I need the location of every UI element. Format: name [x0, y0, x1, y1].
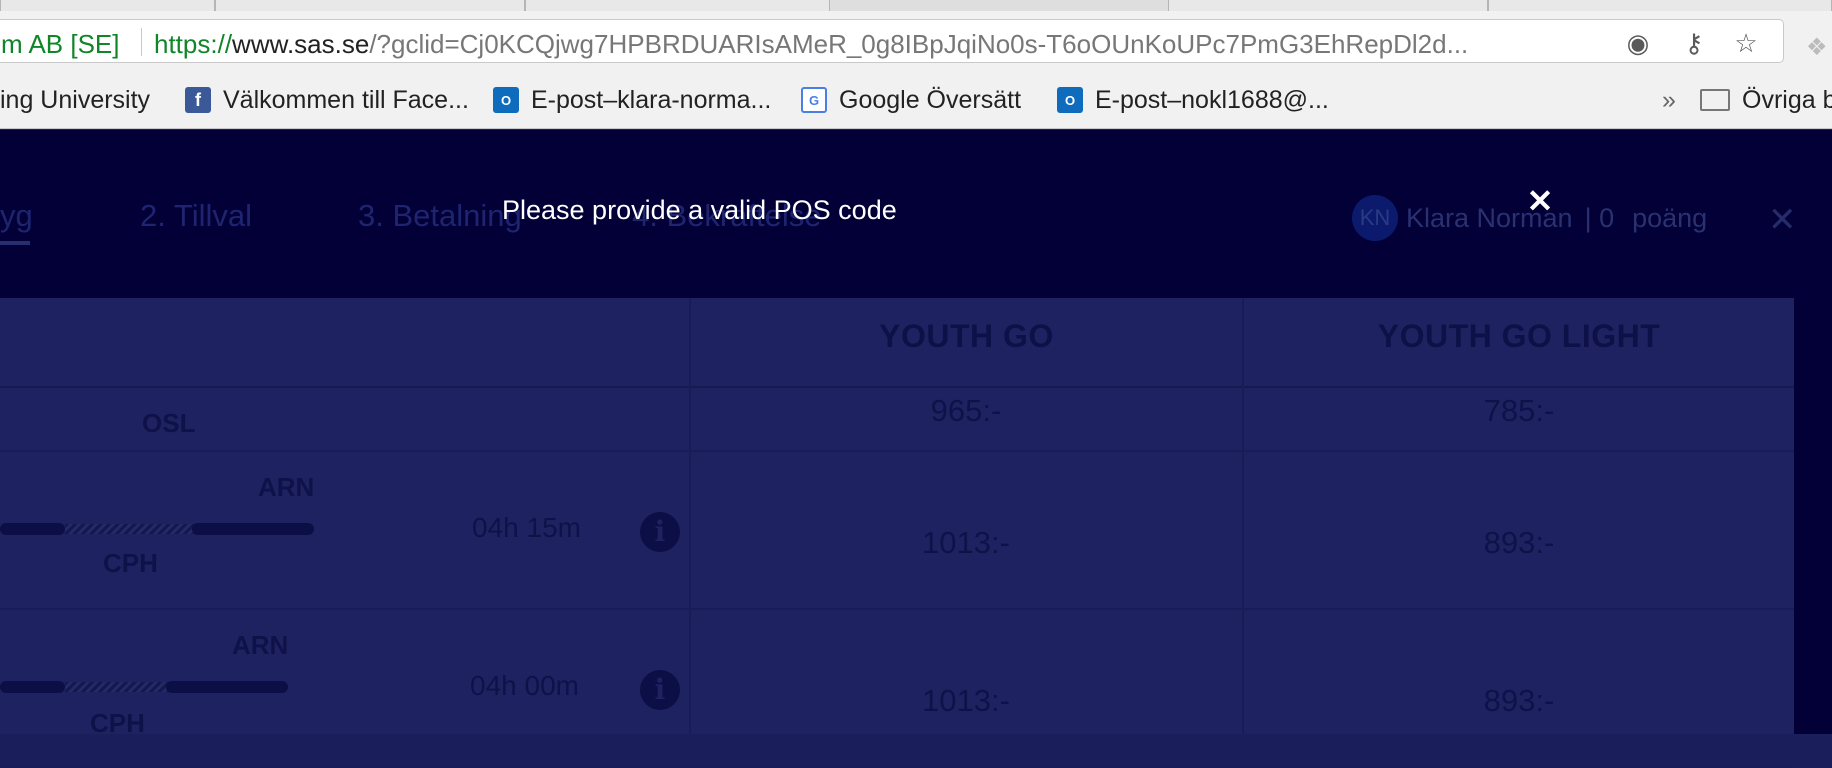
price-youth-go-light[interactable]: 785:-: [1244, 393, 1794, 429]
info-icon[interactable]: i: [640, 670, 680, 710]
divider: [141, 28, 142, 56]
booking-header: yg 2. Tillval 3. Betalning 4. Bekräftels…: [0, 130, 1832, 298]
bookmark-item[interactable]: ing University: [0, 85, 150, 115]
points-value: | 0: [1584, 202, 1615, 233]
bookmark-label: ing University: [0, 85, 151, 114]
step-flights[interactable]: yg: [0, 198, 33, 234]
layover-segment: [65, 524, 195, 534]
bookmarks-overflow-button[interactable]: »: [1662, 85, 1676, 115]
bookmark-item[interactable]: f Välkommen till Face...: [185, 85, 469, 115]
arrival-airport: ARN: [258, 472, 315, 502]
price-youth-go[interactable]: 1013:-: [691, 525, 1241, 561]
browser-tab[interactable]: [215, 0, 525, 11]
bookmark-label: E-post–nokl1688@...: [1095, 85, 1329, 114]
facebook-icon: f: [185, 87, 211, 113]
dropbox-icon[interactable]: ❖: [1806, 33, 1832, 61]
step-payment[interactable]: 3. Betalning: [358, 198, 522, 234]
bookmark-item[interactable]: O E-post–nokl1688@...: [1057, 85, 1329, 115]
close-icon[interactable]: ✕: [1768, 200, 1797, 240]
bookmark-label: Google Översätt: [839, 85, 1022, 114]
avatar: KN: [1352, 195, 1398, 241]
via-airport: CPH: [90, 708, 145, 738]
browser-tab[interactable]: [525, 0, 830, 11]
flight-segment: [0, 523, 65, 535]
points-label: poäng: [1632, 202, 1708, 233]
browser-tab[interactable]: [0, 0, 215, 11]
arrival-airport: ARN: [232, 630, 289, 660]
bookmarks-bar: ing University f Välkommen till Face... …: [0, 69, 1832, 129]
toolbar: m AB [SE] https://www.sas.se/?gclid=Cj0K…: [0, 11, 1832, 69]
address-bar[interactable]: m AB [SE] https://www.sas.se/?gclid=Cj0K…: [0, 19, 1784, 63]
price-youth-go[interactable]: 1013:-: [691, 683, 1241, 719]
via-airport: CPH: [103, 548, 158, 578]
info-icon[interactable]: i: [640, 512, 680, 552]
bookmark-item[interactable]: O E-post–klara-norma...: [493, 85, 771, 115]
outlook-icon: O: [493, 87, 519, 113]
flight-row[interactable]: ARN CPH 04h 00m i 1013:- 893:-: [0, 610, 1794, 768]
page: yg 2. Tillval 3. Betalning 4. Bekräftels…: [0, 130, 1832, 768]
site-identity[interactable]: m AB [SE]: [1, 29, 120, 60]
tab-strip: [0, 0, 1832, 11]
bookmark-label: Övriga b: [1742, 85, 1832, 114]
url-text[interactable]: https://www.sas.se/?gclid=Cj0KCQjwg7HPBR…: [154, 29, 1594, 60]
price-youth-go-light[interactable]: 893:-: [1244, 525, 1794, 561]
google-translate-icon: G: [801, 87, 827, 113]
other-bookmarks-folder[interactable]: Övriga b: [1700, 85, 1832, 115]
outlook-icon: O: [1057, 87, 1083, 113]
alert-close-button[interactable]: ✕: [1525, 185, 1555, 217]
active-step-indicator: [0, 241, 30, 245]
folder-icon: [1700, 89, 1730, 111]
bookmark-label: Välkommen till Face...: [223, 85, 469, 114]
location-icon[interactable]: ◉: [1625, 30, 1651, 56]
step-extras[interactable]: 2. Tillval: [140, 198, 252, 234]
flight-duration: 04h 00m: [470, 670, 579, 701]
fare-table: OSL 965:- 785:- YOUTH GO YOUTH GO LIGHT …: [0, 298, 1794, 768]
via-airport: OSL: [142, 408, 196, 438]
price-youth-go-light[interactable]: 893:-: [1244, 683, 1794, 719]
layover-segment: [65, 682, 175, 692]
price-youth-go[interactable]: 965:-: [691, 393, 1241, 429]
flight-segment: [166, 681, 288, 693]
bookmark-item[interactable]: G Google Översätt: [801, 85, 1021, 115]
browser-tab[interactable]: [1168, 0, 1488, 11]
flight-row[interactable]: ARN CPH 04h 15m i 1013:- 893:-: [0, 452, 1794, 610]
bookmark-label: E-post–klara-norma...: [531, 85, 772, 114]
key-icon[interactable]: ⚷: [1681, 30, 1707, 56]
browser-tab[interactable]: [1488, 0, 1832, 11]
flight-duration: 04h 15m: [472, 512, 581, 543]
column-youth-go: YOUTH GO: [879, 318, 1054, 354]
flight-segment: [192, 523, 314, 535]
fare-column-header: YOUTH GO YOUTH GO LIGHT: [0, 298, 1794, 388]
flight-segment: [0, 681, 65, 693]
alert-message: Please provide a valid POS code: [502, 195, 897, 225]
star-icon[interactable]: ☆: [1733, 30, 1759, 56]
column-youth-go-light: YOUTH GO LIGHT: [1377, 318, 1661, 354]
